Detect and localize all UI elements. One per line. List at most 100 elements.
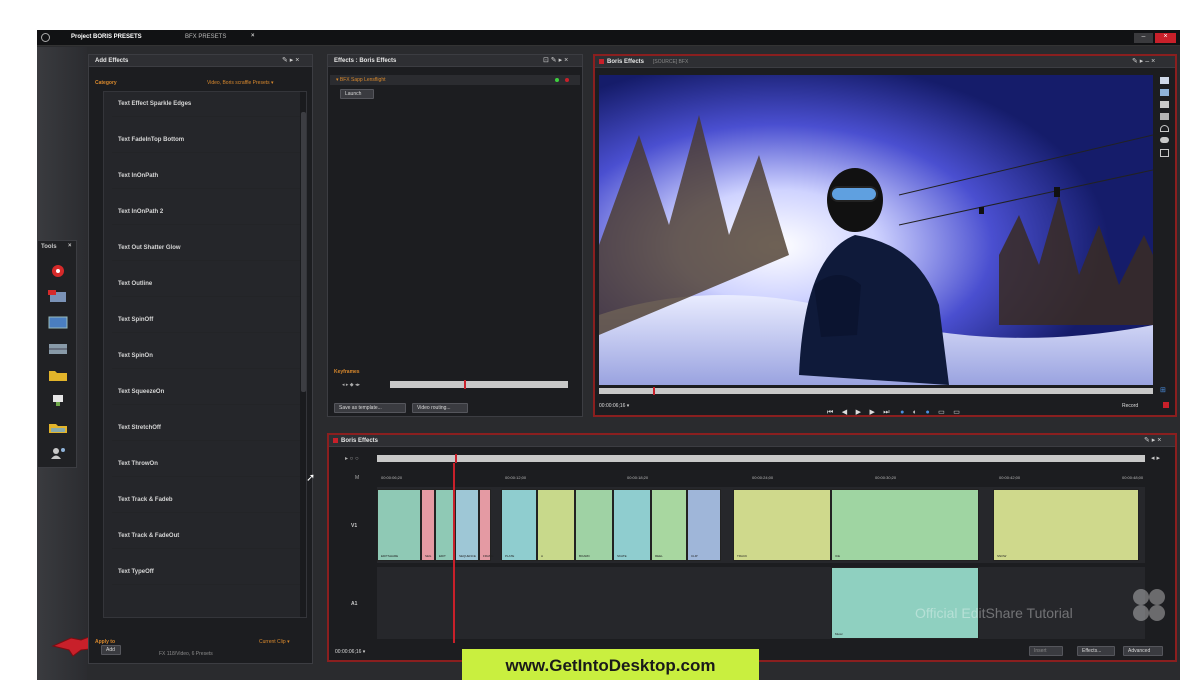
- video-track-label[interactable]: V1: [351, 523, 357, 529]
- go-to-start-button[interactable]: ⏮: [827, 409, 833, 416]
- zoom-controls[interactable]: ▸ ○ ○: [345, 455, 359, 462]
- effect-entry[interactable]: ▾ BFX Sapp Lensflight: [330, 75, 580, 85]
- play-button[interactable]: ▶: [856, 409, 861, 416]
- effects-button[interactable]: Effects...: [1077, 646, 1115, 656]
- panel-controls-icon[interactable]: ✎ ▸ – ×: [1132, 58, 1155, 66]
- panel-controls-icon[interactable]: ✎ ▸ ×: [1144, 437, 1161, 445]
- video-clip[interactable]: ICE: [831, 489, 979, 561]
- save-as-template-button[interactable]: Save as template...: [334, 403, 406, 413]
- pin-icon[interactable]: [1160, 113, 1169, 120]
- video-clip[interactable]: FRAME: [479, 489, 494, 561]
- effect-item[interactable]: Text ThrowOn: [112, 453, 300, 477]
- video-frame[interactable]: [599, 75, 1153, 385]
- fullscreen-button[interactable]: ▭: [953, 409, 960, 416]
- video-clip[interactable]: EDITSHARE: [377, 489, 421, 561]
- minimize-button[interactable]: –: [1134, 33, 1153, 43]
- timeline-footer-timecode[interactable]: 00:00:06;16 ▾: [335, 649, 365, 655]
- monitor-icon[interactable]: [46, 315, 70, 331]
- viewer-scrub-bar[interactable]: [599, 387, 1153, 395]
- effect-item[interactable]: Text FadeInTop Bottom: [112, 129, 300, 153]
- record-icon[interactable]: [46, 263, 70, 279]
- panel-controls-icon[interactable]: ⊡ ✎ ▸ ×: [543, 57, 568, 65]
- step-back-button[interactable]: ◀: [842, 409, 847, 416]
- mark-out-button[interactable]: ●: [925, 409, 929, 416]
- effect-item[interactable]: Text InOnPath: [112, 165, 300, 189]
- advanced-button[interactable]: Advanced: [1123, 646, 1163, 656]
- effect-item[interactable]: Text StretchOff: [112, 417, 300, 441]
- list-scrollbar-thumb[interactable]: [301, 112, 306, 392]
- enable-indicator-icon[interactable]: [555, 78, 559, 82]
- video-clip[interactable]: BOARD: [575, 489, 613, 561]
- effect-item[interactable]: Text TypeOff: [112, 561, 300, 585]
- tab-close-icon[interactable]: ×: [251, 33, 255, 39]
- effects-list: Text Effect Sparkle Edges Text FadeInTop…: [103, 91, 307, 618]
- drive-icon[interactable]: [46, 419, 70, 435]
- effect-item[interactable]: Text Outline: [112, 273, 300, 297]
- timeline-nav-buttons[interactable]: ◂ ▸: [1151, 454, 1160, 462]
- loop-button[interactable]: ◐: [913, 409, 917, 416]
- timeline-ruler[interactable]: 00:00:06;20 00:00:12;00 00:00:18;20 00:0…: [377, 473, 1145, 485]
- folder-icon[interactable]: [46, 367, 70, 383]
- video-clip[interactable]: PLATE: [501, 489, 537, 561]
- grid-icon[interactable]: ⊞: [1160, 386, 1166, 394]
- video-clip[interactable]: CLIP: [687, 489, 721, 561]
- effect-item[interactable]: Text SpinOn: [112, 345, 300, 369]
- video-routing-button[interactable]: Video routing...: [412, 403, 468, 413]
- effect-item[interactable]: Text InOnPath 2: [112, 201, 300, 225]
- go-to-end-button[interactable]: ⏭: [883, 409, 889, 416]
- viewer-subtitle: [SOURCE] BFX: [653, 59, 689, 65]
- close-button[interactable]: ×: [1155, 33, 1176, 43]
- film-icon[interactable]: [46, 341, 70, 357]
- effect-item[interactable]: Text Track & FadeOut: [112, 525, 300, 549]
- remove-effect-icon[interactable]: [565, 78, 569, 82]
- timeline-header: Boris Effects ✎ ▸ ×: [329, 435, 1175, 447]
- category-dropdown[interactable]: Video, Boris scraffle Presets ▾: [207, 80, 274, 86]
- effect-item[interactable]: Text SqueezeOn: [112, 381, 300, 405]
- launch-button[interactable]: Launch: [340, 89, 374, 99]
- effect-item[interactable]: Text Effect Sparkle Edges: [112, 93, 300, 117]
- user-icon[interactable]: [46, 445, 70, 461]
- keyframe-marker[interactable]: [464, 380, 466, 389]
- add-button[interactable]: Add: [101, 645, 121, 655]
- video-clip[interactable]: EDIT: [435, 489, 455, 561]
- panel-controls-icon[interactable]: ✎ ▸ ×: [282, 57, 299, 65]
- ruler-timecode: 00:00:18;20: [627, 475, 649, 480]
- video-clip[interactable]: A: [537, 489, 575, 561]
- image-icon[interactable]: [1160, 89, 1169, 96]
- keyframe-timeline[interactable]: [390, 380, 568, 389]
- effect-item[interactable]: Text Out Shatter Glow: [112, 237, 300, 261]
- effect-item[interactable]: Text SpinOff: [112, 309, 300, 333]
- headphones-icon[interactable]: [1160, 125, 1169, 132]
- mark-in-button[interactable]: ●: [900, 409, 904, 416]
- timeline-record-dot-icon: [333, 438, 338, 443]
- cloud-icon[interactable]: [1160, 137, 1169, 143]
- timeline-playhead[interactable]: [453, 463, 455, 643]
- export-icon[interactable]: [1160, 149, 1169, 157]
- tab-bfx-presets[interactable]: BFX PRESETS: [185, 34, 226, 40]
- tab-project-boris-presets[interactable]: Project BORIS PRESETS: [71, 34, 142, 40]
- safe-area-button[interactable]: ▭: [938, 409, 945, 416]
- timeline-overview-bar[interactable]: [377, 454, 1145, 463]
- insert-button[interactable]: Insert: [1029, 646, 1063, 656]
- audio-clip[interactable]: Music: [831, 567, 979, 639]
- overview-playhead[interactable]: [455, 454, 457, 463]
- step-forward-button[interactable]: ▶: [869, 409, 874, 416]
- video-clip[interactable]: SEG: [421, 489, 435, 561]
- video-clip[interactable]: SEQUENCE: [455, 489, 479, 561]
- trophy-icon[interactable]: [46, 393, 70, 409]
- video-clip[interactable]: REEL: [651, 489, 687, 561]
- effect-item[interactable]: Text Track & Fadeb: [112, 489, 300, 513]
- video-clip[interactable]: TRACK: [733, 489, 831, 561]
- clip-icon[interactable]: [46, 289, 70, 305]
- tools-close-icon[interactable]: ×: [68, 243, 72, 249]
- apply-to-dropdown[interactable]: Current Clip ▾: [259, 639, 290, 645]
- video-clip[interactable]: SKATE: [613, 489, 651, 561]
- record-icon[interactable]: [1163, 402, 1169, 408]
- viewer-playhead[interactable]: [653, 387, 655, 395]
- video-clip[interactable]: SNOW: [993, 489, 1139, 561]
- viewer-timecode[interactable]: 00:00:06;16 ▾: [599, 403, 629, 409]
- keyframe-controls[interactable]: ◂ ▸ ◆ ◂▸: [342, 382, 360, 388]
- folder-icon[interactable]: [1160, 77, 1169, 84]
- audio-track-label[interactable]: A1: [351, 601, 357, 607]
- monitor-icon[interactable]: [1160, 101, 1169, 108]
